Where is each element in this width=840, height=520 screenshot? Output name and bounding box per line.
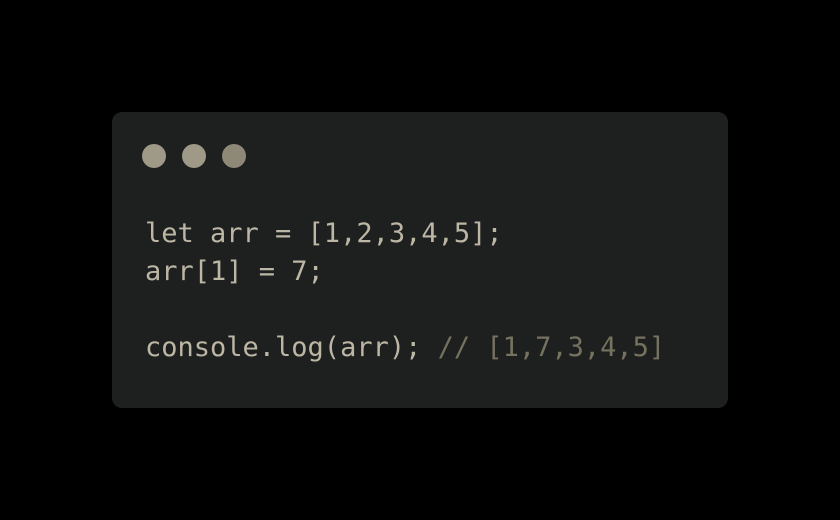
code-block: let arr = [1,2,3,4,5]; arr[1] = 7; console… [145, 215, 665, 367]
code-line: let arr = [1,2,3,4,5]; [145, 218, 503, 249]
window-dot-icon [142, 144, 166, 168]
page: { "colors": { "background": "#000000", "… [0, 0, 840, 520]
window-dot-icon [222, 144, 246, 168]
code-window: let arr = [1,2,3,4,5]; arr[1] = 7; console… [112, 112, 728, 408]
window-controls [142, 144, 246, 168]
code-statement: console.log(arr); [145, 332, 438, 363]
code-line: arr[1] = 7; [145, 256, 324, 287]
code-line: console.log(arr); // [1,7,3,4,5] [145, 329, 665, 367]
code-comment: // [1,7,3,4,5] [437, 332, 666, 363]
window-dot-icon [182, 144, 206, 168]
